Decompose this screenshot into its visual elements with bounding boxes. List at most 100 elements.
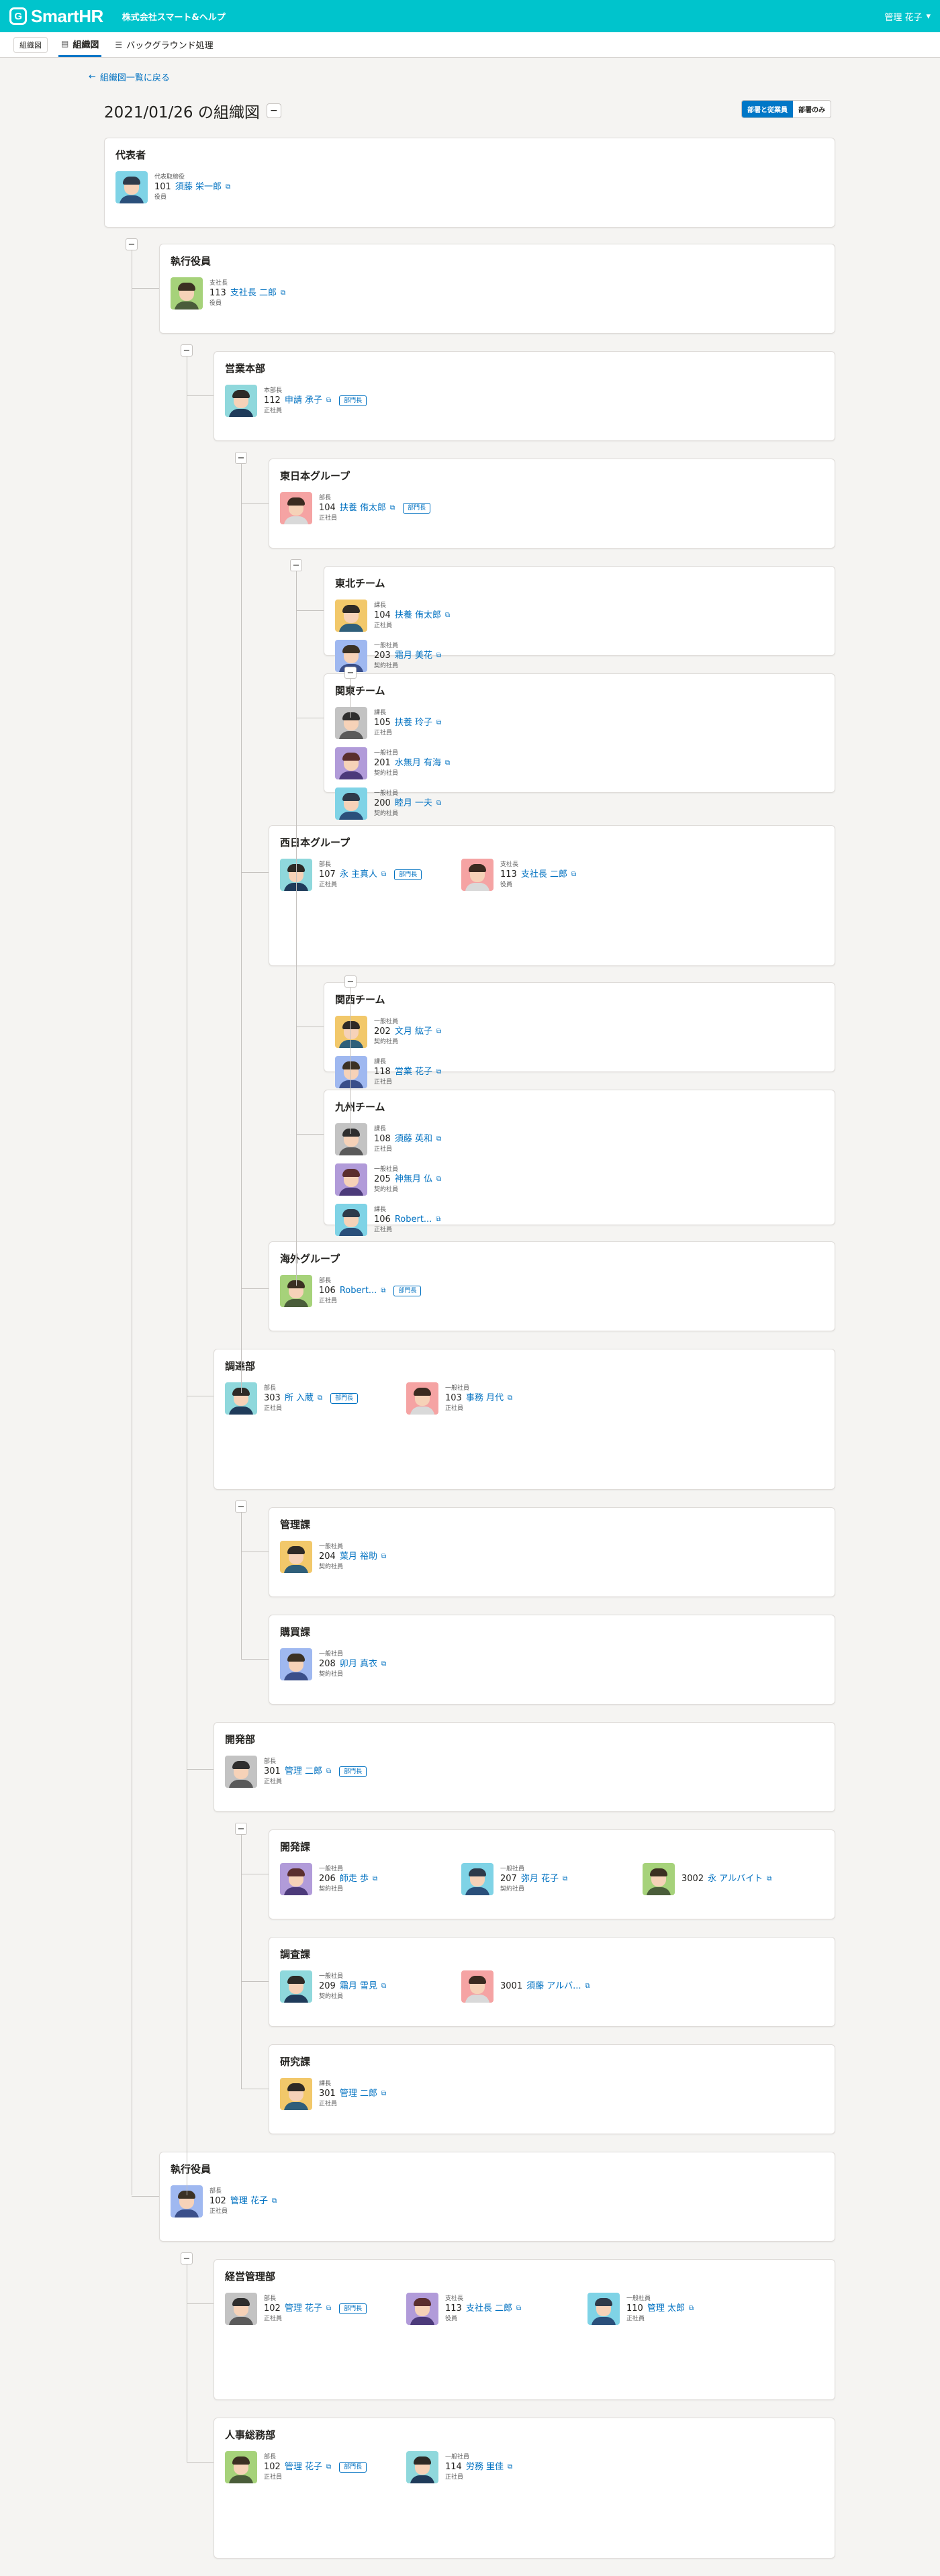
employee-name-link[interactable]: 霜月 雪見	[340, 1981, 377, 1993]
collapse-toggle-button[interactable]: −	[181, 2252, 193, 2264]
employee-name-link[interactable]: 卯月 真衣	[340, 1658, 377, 1670]
external-link-icon[interactable]: ⧉	[390, 504, 395, 513]
employee-name-link[interactable]: Robert...	[340, 1285, 377, 1297]
employee-name-link[interactable]: 文月 紘子	[395, 1026, 432, 1038]
member-item: 部長 102 管理 花子 ⧉ 部門長 正社員	[225, 2293, 406, 2325]
employee-name-link[interactable]: 事務 月代	[466, 1392, 504, 1404]
external-link-icon[interactable]: ⧉	[318, 1394, 322, 1403]
employee-name-link[interactable]: 永 主真人	[340, 869, 377, 881]
external-link-icon[interactable]: ⧉	[381, 870, 386, 879]
external-link-icon[interactable]: ⧉	[326, 396, 331, 406]
view-option-depts-and-employees[interactable]: 部署と従業員	[742, 101, 793, 117]
external-link-icon[interactable]: ⧉	[585, 1982, 590, 1991]
external-link-icon[interactable]: ⧉	[373, 1874, 377, 1884]
collapse-toggle-button[interactable]: −	[290, 559, 302, 571]
employee-name-link[interactable]: 睦月 一夫	[395, 798, 432, 810]
employee-name-link[interactable]: 葉月 裕助	[340, 1551, 377, 1563]
employee-name-link[interactable]: 支社長 二郎	[230, 287, 277, 299]
employee-name-link[interactable]: 管理 二郎	[340, 2088, 377, 2100]
employee-name-link[interactable]: 支社長 二郎	[521, 869, 567, 881]
employee-name-link[interactable]: Robert...	[395, 1214, 432, 1226]
external-link-icon[interactable]: ⧉	[689, 2304, 694, 2313]
external-link-icon[interactable]: ⧉	[563, 1874, 567, 1884]
collapse-toggle-button[interactable]: −	[235, 1500, 247, 1513]
external-link-icon[interactable]: ⧉	[381, 1660, 386, 1669]
external-link-icon[interactable]: ⧉	[571, 870, 576, 879]
external-link-icon[interactable]: ⧉	[436, 1135, 441, 1144]
org-unit-card: 代表者 代表取締役 101 須藤 栄一郎 ⧉ 役員	[104, 138, 835, 228]
member-item: 部長 303 所 入蔵 ⧉ 部門長 正社員	[225, 1382, 406, 1415]
collapse-toggle-button[interactable]: −	[344, 975, 357, 988]
collapse-toggle-button[interactable]: −	[126, 238, 138, 250]
external-link-icon[interactable]: ⧉	[326, 2304, 331, 2313]
employee-name-link[interactable]: 師走 歩	[340, 1873, 369, 1885]
employee-name-link[interactable]: 管理 花子	[230, 2195, 268, 2207]
external-link-icon[interactable]: ⧉	[767, 1874, 771, 1884]
employee-name-link[interactable]: 霜月 美花	[395, 650, 432, 662]
employment-type: 役員	[445, 2315, 458, 2322]
employee-name-link[interactable]: 管理 太郎	[647, 2303, 685, 2315]
collapse-toggle-button[interactable]: −	[181, 344, 193, 356]
external-link-icon[interactable]: ⧉	[508, 1394, 512, 1403]
employee-name-link[interactable]: 管理 花子	[285, 2461, 322, 2473]
employee-name-link[interactable]: 弥月 花子	[521, 1873, 559, 1885]
external-link-icon[interactable]: ⧉	[436, 1027, 441, 1037]
tab-background-jobs[interactable]: ☰ バックグラウンド処理	[112, 32, 216, 57]
external-link-icon[interactable]: ⧉	[445, 611, 450, 620]
collapse-toggle-button[interactable]: −	[235, 452, 247, 464]
employee-name-link[interactable]: 労務 里佳	[466, 2461, 504, 2473]
employee-name-link[interactable]: 扶養 侑太郎	[395, 610, 441, 622]
employee-name-link[interactable]: 須藤 アルバ...	[526, 1981, 581, 1993]
smarthr-logo[interactable]: G SmartHR	[9, 6, 103, 27]
member-line: 107 永 主真人 ⧉ 部門長	[319, 869, 422, 881]
avatar-hair	[342, 605, 360, 613]
tree-connector-vertical	[350, 679, 351, 718]
external-link-icon[interactable]: ⧉	[326, 2463, 331, 2472]
employee-name-link[interactable]: 須藤 英和	[395, 1133, 432, 1145]
employee-name-link[interactable]: 管理 花子	[285, 2303, 322, 2315]
external-link-icon[interactable]: ⧉	[516, 2304, 521, 2313]
employee-name-link[interactable]: 扶養 玲子	[395, 717, 432, 729]
tab-org-chart[interactable]: ▤ 組織図	[58, 32, 102, 57]
avatar-body	[592, 2317, 616, 2325]
external-link-icon[interactable]: ⧉	[381, 1982, 386, 1991]
member-item: 本部長 112 申請 承子 ⧉ 部門長 正社員	[225, 385, 406, 417]
collapse-all-button[interactable]: −	[266, 103, 281, 118]
employee-name-link[interactable]: 扶養 侑太郎	[340, 502, 386, 514]
employee-name-link[interactable]: 永 アルバイト	[708, 1873, 763, 1885]
external-link-icon[interactable]: ⧉	[381, 2089, 386, 2099]
member-list: 一般社員 204 葉月 裕助 ⧉ 契約社員	[280, 1541, 824, 1573]
user-menu[interactable]: 管理 花子 ▾	[884, 10, 931, 23]
employee-name-link[interactable]: 神無月 仏	[395, 1174, 432, 1186]
external-link-icon[interactable]: ⧉	[281, 289, 285, 298]
tree-connector-vertical	[350, 988, 351, 1134]
employee-name-link[interactable]: 支社長 二郎	[466, 2303, 512, 2315]
external-link-icon[interactable]: ⧉	[226, 183, 230, 192]
employee-name-link[interactable]: 営業 花子	[395, 1066, 432, 1078]
external-link-icon[interactable]: ⧉	[381, 1286, 385, 1296]
external-link-icon[interactable]: ⧉	[326, 1767, 331, 1776]
external-link-icon[interactable]: ⧉	[272, 2197, 277, 2206]
employee-name-link[interactable]: 水無月 有海	[395, 757, 441, 769]
employee-name-link[interactable]: 管理 二郎	[285, 1766, 322, 1778]
external-link-icon[interactable]: ⧉	[436, 1067, 441, 1077]
external-link-icon[interactable]: ⧉	[508, 2463, 512, 2472]
avatar	[115, 171, 148, 203]
tree-connector-vertical	[296, 571, 297, 1286]
collapse-toggle-button[interactable]: −	[344, 667, 357, 679]
external-link-icon[interactable]: ⧉	[436, 1215, 440, 1225]
external-link-icon[interactable]: ⧉	[381, 1552, 386, 1562]
external-link-icon[interactable]: ⧉	[436, 718, 441, 728]
view-option-depts-only[interactable]: 部署のみ	[793, 101, 831, 117]
back-to-list-link[interactable]: ← 組織図一覧に戻る	[89, 70, 170, 83]
external-link-icon[interactable]: ⧉	[436, 1175, 441, 1184]
external-link-icon[interactable]: ⧉	[436, 799, 441, 808]
employee-name-link[interactable]: 須藤 栄一郎	[175, 181, 222, 193]
external-link-icon[interactable]: ⧉	[445, 759, 450, 768]
member-info: 一般社員 203 霜月 美花 ⧉ 契約社員	[374, 642, 441, 670]
external-link-icon[interactable]: ⧉	[436, 651, 441, 661]
section-pill[interactable]: 組織図	[13, 36, 48, 53]
collapse-toggle-button[interactable]: −	[235, 1823, 247, 1835]
employee-name-link[interactable]: 所 入蔵	[285, 1392, 314, 1404]
employee-name-link[interactable]: 申請 承子	[285, 395, 322, 407]
